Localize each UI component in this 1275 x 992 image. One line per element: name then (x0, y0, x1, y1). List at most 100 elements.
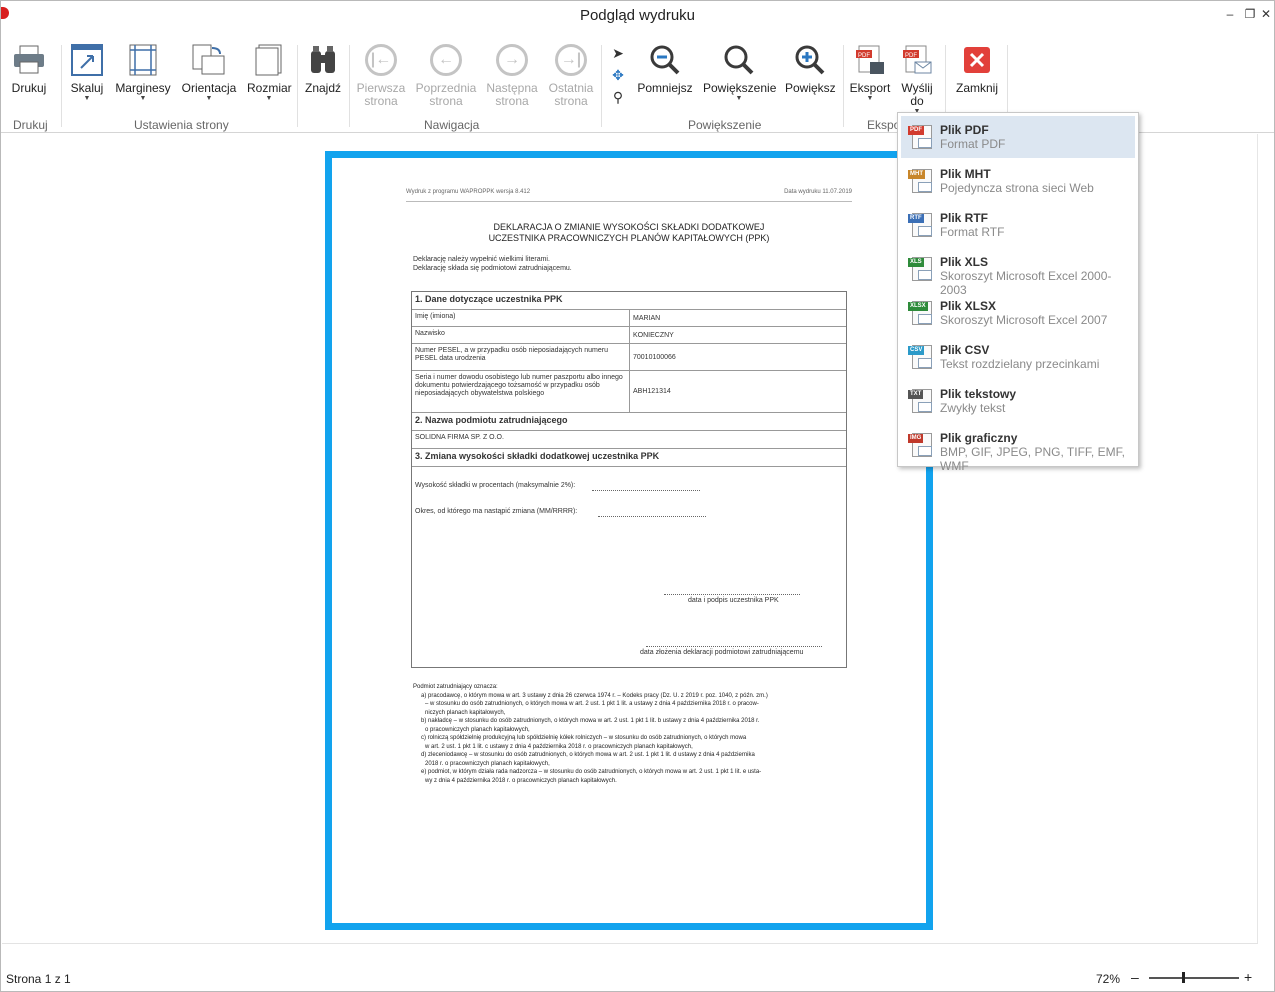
zoom-in-button[interactable]: Powiększ (785, 43, 836, 95)
menu-item-subtitle: Format PDF (940, 137, 1006, 151)
zoom-level: 72% (1096, 972, 1121, 986)
table-row: Seria i numer dowodu osobistego lub nume… (412, 371, 846, 413)
next-page-button[interactable]: → Następna strona (485, 43, 539, 108)
orientation-button[interactable]: Orientacja ▼ (181, 43, 237, 103)
separator (61, 45, 62, 127)
close-icon[interactable]: ✕ (1259, 7, 1273, 21)
zoom-minus-icon[interactable]: – (1131, 969, 1139, 985)
margins-icon (126, 43, 160, 77)
divider (2, 943, 1258, 944)
restore-icon[interactable]: ❐ (1243, 7, 1257, 21)
file-xlsx-icon: XLSX (908, 299, 934, 327)
arrow-left-icon: ← (430, 44, 462, 76)
menu-item-subtitle: BMP, GIF, JPEG, PNG, TIFF, EMF, WMF (940, 445, 1125, 473)
pointer-icon[interactable]: ➤ (609, 45, 627, 63)
menu-item-title: Plik RTF (940, 211, 989, 225)
status-bar: Strona 1 z 1 72% – + (1, 966, 1274, 991)
print-header-left: Wydruk z programu WAPROPPK wersja 8.412 (406, 189, 531, 195)
send-to-button[interactable]: PDF Wyślij do ▼ (897, 43, 937, 116)
binoculars-icon (306, 43, 340, 77)
menu-item-pdf[interactable]: PDF Plik PDF Format PDF (901, 116, 1135, 158)
page-size-icon (252, 43, 286, 77)
close-red-icon (960, 43, 994, 77)
dropdown-caret-icon: ▼ (735, 95, 743, 102)
menu-item-subtitle: Zwykły tekst (940, 401, 1006, 415)
zoom-button[interactable]: Powiększenie ▼ (703, 43, 776, 103)
scale-icon (70, 43, 104, 77)
menu-item-subtitle: Format RTF (940, 225, 1005, 239)
zoom-slider-thumb[interactable] (1182, 972, 1185, 983)
svg-text:PDF: PDF (905, 53, 917, 59)
zoom-tool-icon[interactable]: ⚲ (609, 89, 627, 107)
svg-text:PDF: PDF (858, 53, 870, 59)
close-preview-button[interactable]: Zamknij (953, 43, 1001, 95)
dropdown-caret-icon: ▼ (265, 95, 273, 102)
document-title: DEKLARACJA O ZMIANIE WYSOKOŚCI SKŁADKI D… (488, 222, 770, 243)
table-row: Imię (imiona) MARIAN (412, 310, 846, 327)
declaration-table: 1. Dane dotyczące uczestnika PPK Imię (i… (411, 291, 847, 668)
file-mht-icon: MHT (908, 167, 934, 195)
dropdown-caret-icon: ▼ (83, 95, 91, 102)
first-page-icon: |← (365, 44, 397, 76)
dotted-line (664, 594, 800, 595)
dropdown-caret-icon: ▼ (866, 95, 874, 102)
minimize-icon[interactable]: – (1223, 7, 1237, 21)
separator (349, 45, 350, 127)
menu-item-txt[interactable]: TXT Plik tekstowy Zwykły tekst (901, 380, 1135, 422)
title-bar: Podgląd wydruku – ❐ ✕ (1, 1, 1274, 31)
menu-item-xls[interactable]: XLS Plik XLS Skoroszyt Microsoft Excel 200… (901, 248, 1135, 297)
menu-item-mht[interactable]: MHT Plik MHT Pojedyncza strona sieci Web (901, 160, 1135, 202)
menu-item-xlsx[interactable]: XLSX Plik XLSX Skoroszyt Microsoft Excel 2… (901, 292, 1135, 334)
separator (843, 45, 844, 127)
employer-name: SOLIDNA FIRMA SP. Z O.O. (415, 434, 504, 441)
menu-item-img[interactable]: IMG Plik graficzny BMP, GIF, JPEG, PNG, TI… (901, 424, 1135, 473)
contribution-section: Wysokość składki w procentach (maksymaln… (412, 467, 846, 667)
file-pdf-icon: PDF (908, 123, 934, 151)
table-row: Nazwisko KONIECZNY (412, 327, 846, 344)
export-button[interactable]: PDF Eksport ▼ (849, 43, 891, 103)
hand-tool-icon[interactable]: ✥ (609, 67, 627, 85)
group-label-page-setup: Ustawienia strony (134, 118, 229, 132)
zoom-in-icon (793, 43, 827, 77)
document-page[interactable]: Wydruk z programu WAPROPPK wersja 8.412 … (325, 151, 933, 930)
previous-page-button[interactable]: ← Poprzednia strona (415, 43, 477, 108)
zoom-out-icon (648, 43, 682, 77)
separator (601, 45, 602, 127)
window-title: Podgląd wydruku (579, 7, 696, 24)
print-header-right: Data wydruku 11.07.2019 (784, 189, 852, 195)
margins-button[interactable]: Marginesy ▼ (115, 43, 171, 103)
orientation-icon (192, 43, 226, 77)
document-intro: Deklarację należy wypełnić wielkimi lite… (413, 256, 572, 272)
table-row: Numer PESEL, a w przypadku osób nieposia… (412, 344, 846, 371)
vertical-scrollbar[interactable] (1257, 134, 1273, 943)
last-page-button[interactable]: →| Ostatnia strona (547, 43, 595, 108)
menu-item-subtitle: Skoroszyt Microsoft Excel 2007 (940, 313, 1108, 327)
dropdown-caret-icon: ▼ (205, 95, 213, 102)
menu-item-title: Plik XLS (940, 255, 989, 269)
separator (297, 45, 298, 127)
zoom-plus-icon[interactable]: + (1244, 969, 1252, 985)
section-heading: 1. Dane dotyczące uczestnika PPK (415, 294, 563, 304)
zoom-slider[interactable] (1149, 972, 1239, 983)
magnifier-icon (722, 43, 756, 77)
print-button[interactable]: Drukuj (9, 43, 49, 95)
menu-item-rtf[interactable]: RTF Plik RTF Format RTF (901, 204, 1135, 246)
size-button[interactable]: Rozmiar ▼ (247, 43, 292, 103)
footnote: Podmiot zatrudniający oznacza: a) pracod… (413, 684, 768, 784)
menu-item-title: Plik PDF (940, 123, 989, 137)
section-heading: 3. Zmiana wysokości składki dodatkowej u… (415, 451, 660, 461)
last-page-icon: →| (555, 44, 587, 76)
menu-item-csv[interactable]: CSV Plik CSV Tekst rozdzielany przecinkami (901, 336, 1135, 378)
menu-item-subtitle: Pojedyncza strona sieci Web (940, 181, 1094, 195)
dotted-line (592, 490, 700, 491)
menu-item-title: Plik XLSX (940, 299, 997, 313)
first-page-button[interactable]: |← Pierwsza strona (355, 43, 407, 108)
send-to-menu: PDF Plik PDF Format PDF MHT Plik MHT Pojedync… (897, 112, 1139, 473)
file-rtf-icon: RTF (908, 211, 934, 239)
zoom-out-button[interactable]: Pomniejsz (637, 43, 693, 95)
scale-button[interactable]: Skaluj ▼ (69, 43, 105, 103)
file-txt-icon: TXT (908, 387, 934, 415)
menu-item-title: Plik tekstowy (940, 387, 1017, 401)
dropdown-caret-icon: ▼ (139, 95, 147, 102)
find-button[interactable]: Znajdź (303, 43, 343, 95)
